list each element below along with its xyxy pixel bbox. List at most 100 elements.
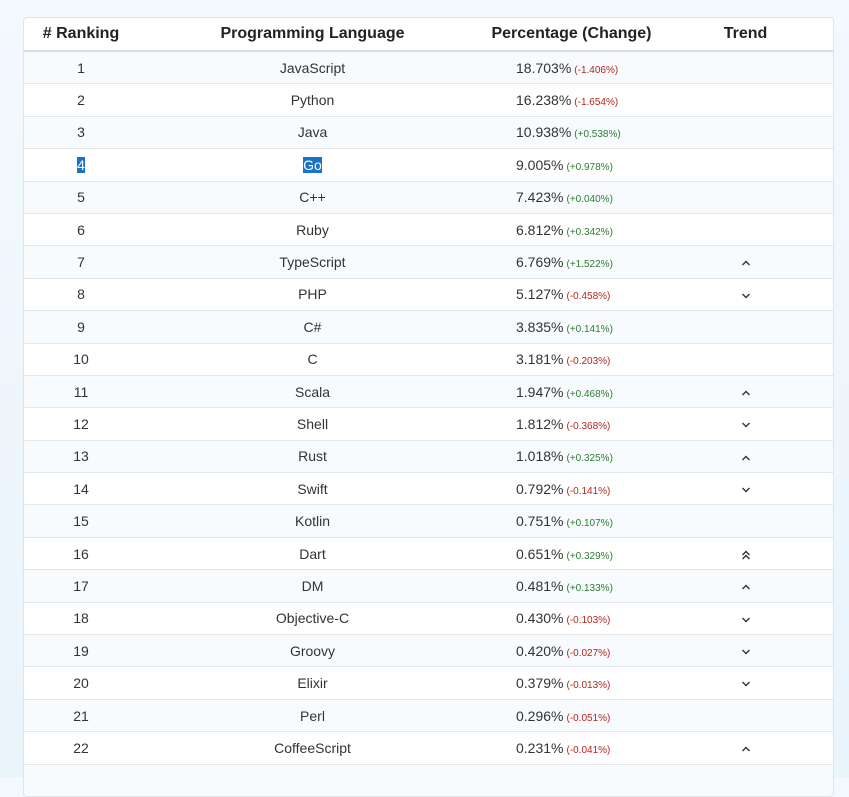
rank-value: 2: [77, 92, 85, 109]
rank-cell: 8: [24, 278, 138, 312]
language-name: Dart: [299, 545, 326, 562]
trend-cell: [656, 440, 833, 474]
table-row[interactable]: 20 Elixir 0.379% (-0.013%): [24, 666, 833, 700]
percentage-cell: 0.296% (-0.051%): [487, 699, 656, 733]
table-row[interactable]: 17 DM 0.481% (+0.133%): [24, 569, 833, 603]
chevron-down-icon: [740, 646, 752, 658]
table-row[interactable]: 9 C# 3.835% (+0.141%): [24, 310, 833, 344]
percentage-cell: 0.379% (-0.013%): [487, 666, 656, 700]
percentage-cell: 1.812% (-0.368%): [487, 407, 656, 441]
rank-cell: 4: [24, 148, 138, 182]
language-name: Scala: [294, 383, 331, 400]
table-row[interactable]: 6 Ruby 6.812% (+0.342%): [24, 213, 833, 247]
rank-cell: 16: [24, 537, 138, 571]
language-name: JavaScript: [279, 59, 346, 76]
percentage-cell: 0.651% (+0.329%): [487, 537, 656, 571]
language-cell: C++: [138, 181, 487, 214]
percentage-value: 0.420%: [516, 642, 564, 659]
percentage-value: 1.018%: [516, 448, 564, 465]
trend-cell: [656, 634, 833, 668]
rank-cell: 3: [24, 116, 138, 150]
table-row[interactable]: 22 CoffeeScript 0.231% (-0.041%): [24, 731, 833, 765]
table-row[interactable]: 7 TypeScript 6.769% (+1.522%): [24, 245, 833, 279]
table-row[interactable]: 5 C++ 7.423% (+0.040%): [24, 181, 833, 214]
percentage-cell: 0.751% (+0.107%): [487, 504, 656, 538]
percentage-change: (+0.342%): [566, 226, 613, 238]
table-row[interactable]: 4 Go 9.005% (+0.978%): [24, 148, 833, 182]
header-trend[interactable]: Trend: [656, 18, 833, 52]
language-cell: Objective-C: [138, 602, 487, 636]
double-chevron-up-icon: [740, 549, 752, 561]
rank-cell: 21: [24, 699, 138, 733]
language-name: Java: [297, 124, 328, 141]
percentage-change: (-1.654%): [574, 97, 619, 109]
rank-cell: 1: [24, 51, 138, 85]
trend-cell: [656, 343, 833, 376]
language-cell: JavaScript: [138, 51, 487, 85]
header-ranking[interactable]: # Ranking: [24, 18, 138, 52]
header-language[interactable]: Programming Language: [138, 18, 487, 52]
rank-cell: 14: [24, 472, 138, 506]
chevron-up-icon: [740, 257, 752, 269]
language-cell: PHP: [138, 278, 487, 312]
chevron-up-icon: [740, 387, 752, 399]
table-row[interactable]: 12 Shell 1.812% (-0.368%): [24, 407, 833, 441]
percentage-change: (+0.141%): [566, 323, 613, 335]
rank-cell: 12: [24, 407, 138, 441]
rank-value: 21: [73, 707, 89, 724]
table-row[interactable]: [24, 764, 833, 796]
table-header: # Ranking Programming Language Percentag…: [24, 18, 833, 52]
rank-value: 13: [73, 448, 89, 465]
percentage-change: (+0.107%): [566, 518, 613, 530]
table-row[interactable]: 8 PHP 5.127% (-0.458%): [24, 278, 833, 312]
percentage-value: 7.423%: [516, 189, 564, 206]
table-row[interactable]: 15 Kotlin 0.751% (+0.107%): [24, 504, 833, 538]
rank-value: 12: [73, 415, 89, 432]
table-row[interactable]: 14 Swift 0.792% (-0.141%): [24, 472, 833, 506]
table-row[interactable]: 13 Rust 1.018% (+0.325%): [24, 440, 833, 474]
rank-cell: 15: [24, 504, 138, 538]
table-row[interactable]: 3 Java 10.938% (+0.538%): [24, 116, 833, 150]
rank-cell: [24, 764, 138, 796]
language-cell: Go: [138, 148, 487, 182]
language-cell: Kotlin: [138, 504, 487, 538]
language-cell: Elixir: [138, 666, 487, 700]
table-row[interactable]: 18 Objective-C 0.430% (-0.103%): [24, 602, 833, 636]
percentage-cell: 1.947% (+0.468%): [487, 375, 656, 409]
language-cell: C#: [138, 310, 487, 344]
table-row[interactable]: 16 Dart 0.651% (+0.329%): [24, 537, 833, 571]
percentage-change: (-0.203%): [566, 356, 611, 368]
table-row[interactable]: 10 C 3.181% (-0.203%): [24, 343, 833, 376]
chevron-down-icon: [740, 484, 752, 496]
table-row[interactable]: 1 JavaScript 18.703% (-1.406%): [24, 51, 833, 85]
table-row[interactable]: 2 Python 16.238% (-1.654%): [24, 83, 833, 117]
language-name: Elixir: [297, 675, 328, 692]
trend-cell: [656, 245, 833, 279]
percentage-value: 5.127%: [516, 286, 564, 303]
trend-cell: [656, 83, 833, 117]
percentage-cell: 18.703% (-1.406%): [487, 51, 656, 85]
percentage-change: (+0.133%): [566, 582, 613, 594]
header-percentage[interactable]: Percentage (Change): [487, 18, 656, 52]
rank-cell: 20: [24, 666, 138, 700]
table-row[interactable]: 11 Scala 1.947% (+0.468%): [24, 375, 833, 409]
percentage-value: 9.005%: [516, 156, 564, 173]
trend-cell: [656, 504, 833, 538]
table-row[interactable]: 19 Groovy 0.420% (-0.027%): [24, 634, 833, 668]
percentage-value: 0.792%: [516, 480, 564, 497]
percentage-change: (+1.522%): [566, 259, 613, 271]
trend-cell: [656, 764, 833, 796]
rank-value: 6: [77, 221, 85, 238]
chevron-up-icon: [740, 581, 752, 593]
rank-cell: 6: [24, 213, 138, 247]
trend-cell: [656, 569, 833, 603]
language-cell: Swift: [138, 472, 487, 506]
language-cell: Java: [138, 116, 487, 150]
percentage-cell: 6.769% (+1.522%): [487, 245, 656, 279]
language-name: C++: [299, 189, 326, 206]
trend-cell: [656, 278, 833, 312]
trend-cell: [656, 666, 833, 700]
language-name: Rust: [298, 448, 327, 465]
language-name: Groovy: [289, 642, 336, 659]
table-row[interactable]: 21 Perl 0.296% (-0.051%): [24, 699, 833, 733]
